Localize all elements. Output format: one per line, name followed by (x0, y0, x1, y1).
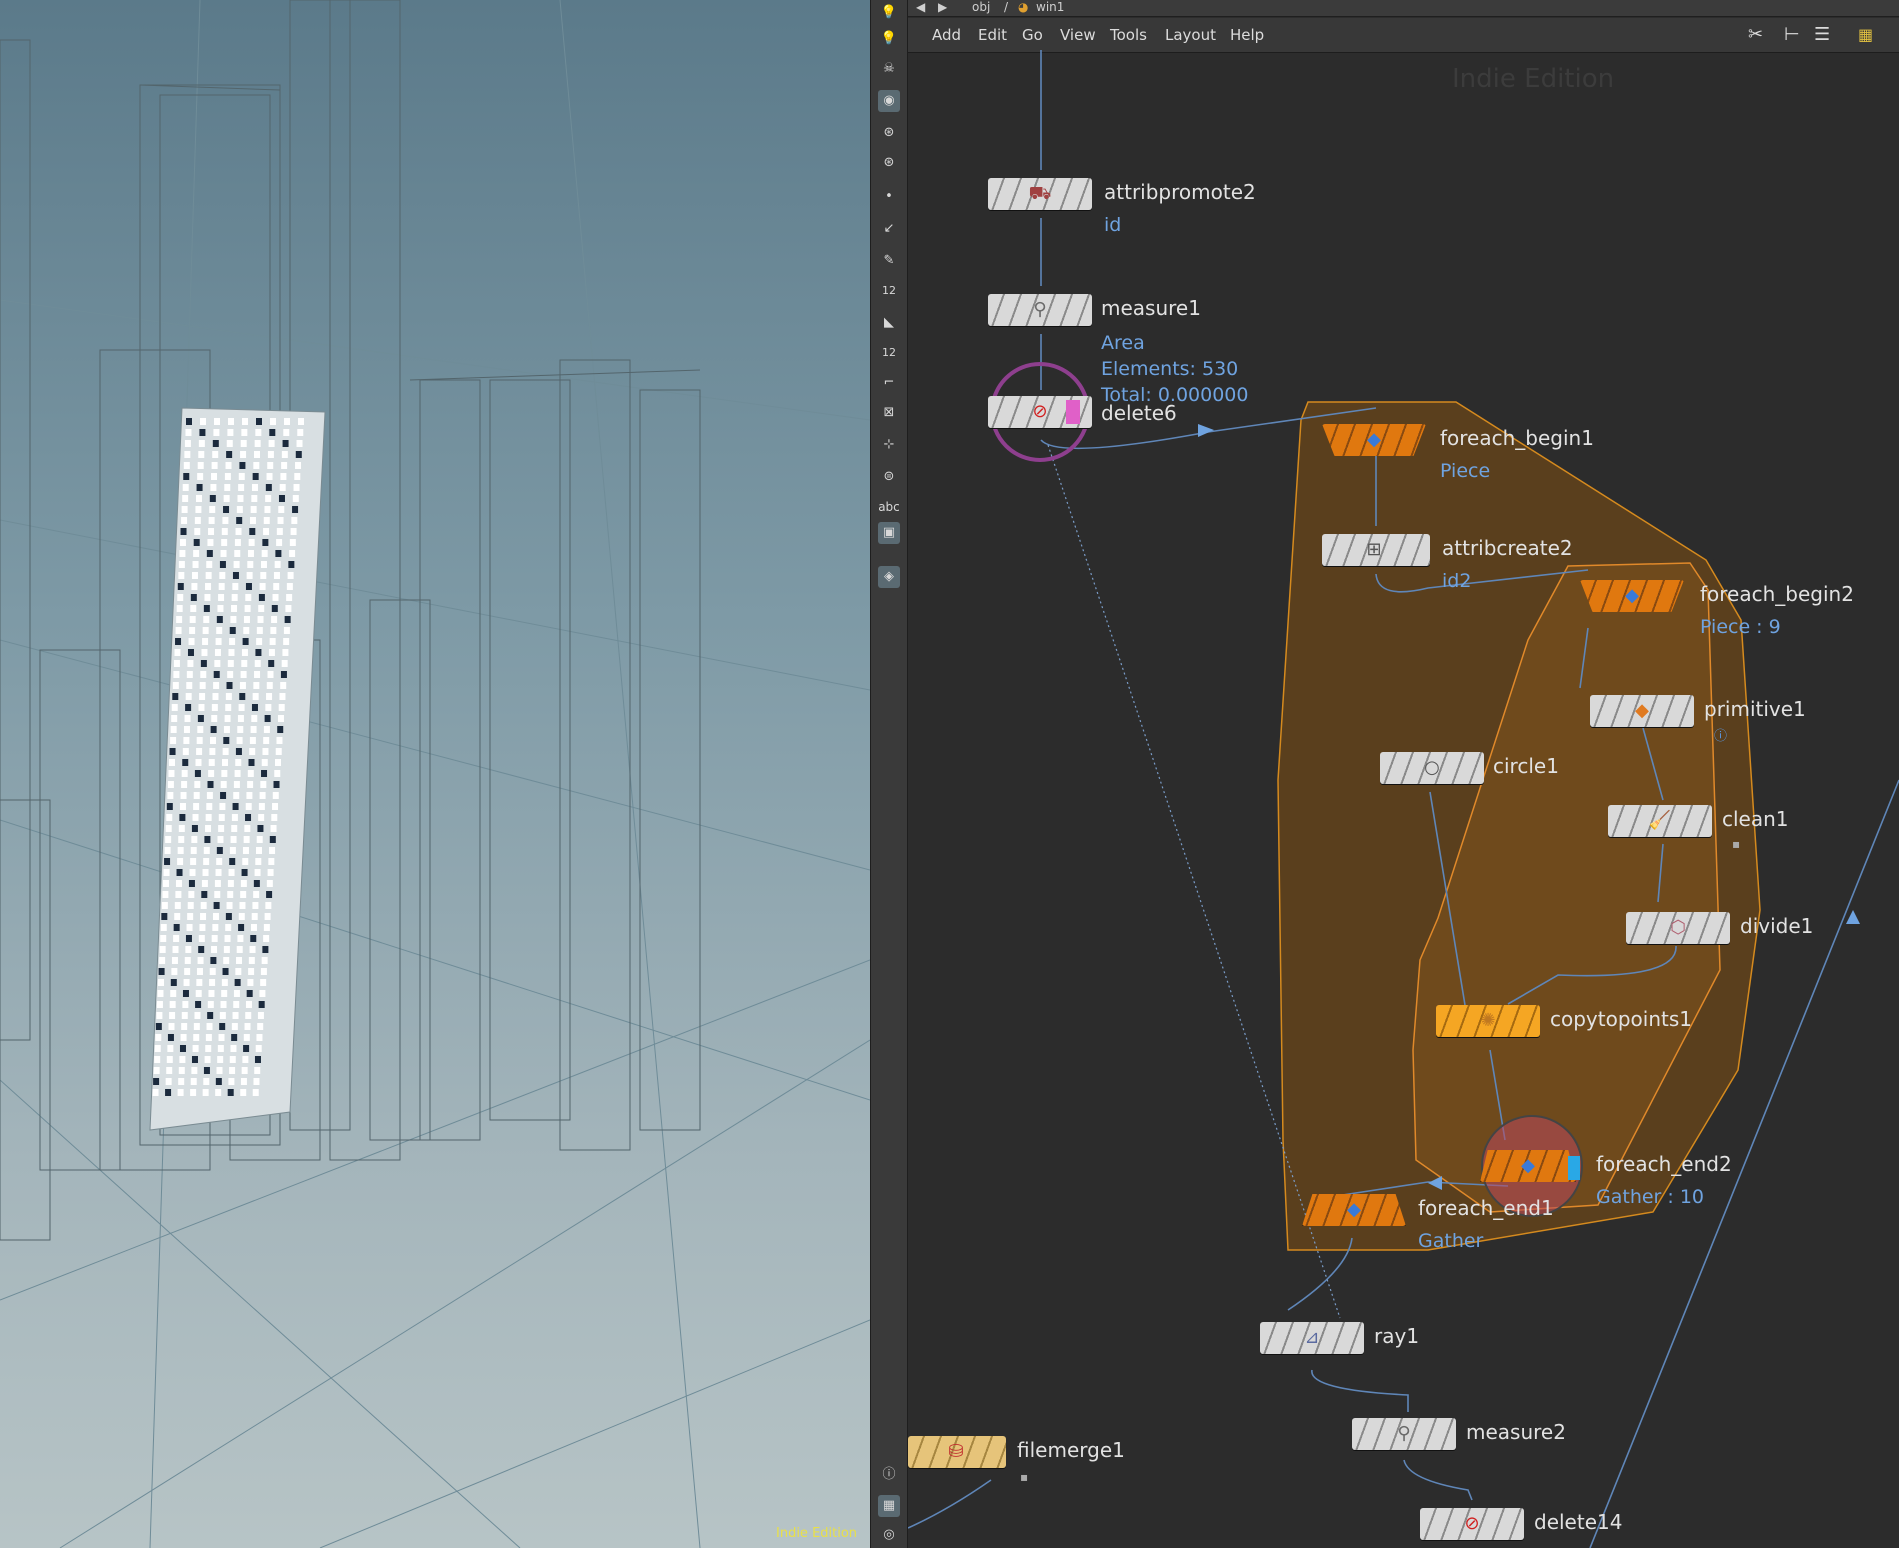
lock-icon[interactable]: ▪ (1732, 837, 1740, 851)
node-measure2[interactable]: ⚲ measure2 (1352, 1418, 1566, 1450)
primitive-icon: ◆ (1635, 700, 1649, 721)
node-foreach-end2-label: foreach_end2 (1596, 1152, 1732, 1176)
node-attribpromote2-sub: id (1104, 214, 1122, 236)
number2-icon[interactable]: 12 (878, 342, 900, 364)
node-filemerge1[interactable]: ⛁ filemerge1 ▪ (908, 1436, 1125, 1484)
image-icon[interactable]: ▣ (878, 522, 900, 544)
node-delete6-label: delete6 (1101, 401, 1177, 425)
node-copytopoints1[interactable]: ✺ copytopoints1 (1436, 1005, 1692, 1037)
node-clean1[interactable]: 🧹 clean1 ▪ (1608, 805, 1789, 851)
delete-icon: ⊘ (1032, 401, 1048, 422)
node-filemerge1-label: filemerge1 (1017, 1438, 1125, 1462)
node-foreach-end1-sub: Gather (1418, 1230, 1484, 1252)
node-circle1[interactable]: ○ circle1 (1380, 752, 1559, 784)
node-foreach-begin2-sub: Piece : 9 (1700, 616, 1781, 638)
network-editor[interactable]: ◀ ▶ obj / ◕ win1 Add Edit Go View Tools … (908, 0, 1899, 1548)
node-foreach-end2[interactable]: ◆ foreach_end2 Gather : 10 (1480, 1150, 1732, 1208)
node-delete14[interactable]: ⊘ delete14 (1420, 1508, 1622, 1540)
stamp-icon[interactable]: ⊹ (878, 434, 900, 456)
node-foreach-begin1-sub: Piece (1440, 460, 1491, 482)
visibility-icon[interactable]: ◎ (878, 1524, 900, 1546)
node-foreach-begin1-label: foreach_begin1 (1440, 426, 1594, 450)
node-measure1-label: measure1 (1101, 296, 1201, 320)
snapshot-icon[interactable]: ⊛ (878, 152, 900, 174)
pen-icon[interactable]: ↙ (878, 218, 900, 240)
node-divide1[interactable]: ⬡ divide1 (1626, 912, 1813, 944)
curve-icon[interactable]: ⌐ (878, 372, 900, 394)
viewport-watermark: Indie Edition (776, 1526, 858, 1541)
node-measure1-sub2: Elements: 530 (1101, 358, 1239, 380)
highlighted-tower (149, 407, 326, 1131)
bucket-icon[interactable]: ◣ (878, 312, 900, 334)
node-divide1-label: divide1 (1740, 914, 1814, 938)
measure-icon: ⚲ (1397, 1423, 1411, 1444)
circle-icon: ○ (1424, 757, 1440, 778)
node-attribpromote2-label: attribpromote2 (1104, 180, 1256, 204)
node-ray1[interactable]: ⊿ ray1 (1260, 1322, 1419, 1354)
copytopoints-icon: ✺ (1480, 1010, 1496, 1031)
ground-grid (0, 0, 870, 1548)
info-badge-icon[interactable]: ⓘ (1714, 725, 1727, 744)
camera-icon[interactable]: ◉ (878, 90, 900, 112)
scene-viewport[interactable]: Indie Edition (0, 0, 870, 1548)
node-attribcreate2-sub: id2 (1442, 570, 1472, 592)
measure-icon: ⚲ (1033, 299, 1047, 320)
lock-icon[interactable]: ▪ (1020, 1470, 1028, 1484)
node-clean1-label: clean1 (1722, 807, 1789, 831)
delete-icon: ⊘ (1464, 1513, 1480, 1534)
divide-icon: ⬡ (1670, 917, 1686, 938)
block-begin-icon: ◆ (1625, 585, 1639, 606)
viewport-canvas[interactable] (0, 0, 870, 1548)
node-delete14-label: delete14 (1534, 1510, 1623, 1534)
ray-icon: ⊿ (1304, 1327, 1320, 1348)
point-icon[interactable]: • (878, 186, 900, 208)
broom-icon: 🧹 (1648, 810, 1672, 831)
info-icon[interactable]: ⓘ (878, 1464, 900, 1486)
node-measure2-label: measure2 (1466, 1420, 1566, 1444)
wire-arrow-1 (1198, 424, 1214, 437)
node-delete6[interactable]: ⊘ delete6 (988, 396, 1177, 428)
stack-icon[interactable]: ⊜ (878, 466, 900, 488)
node-primitive1-label: primitive1 (1704, 697, 1806, 721)
building-wireframes (0, 0, 701, 1241)
node-attribcreate2[interactable]: ⊞ attribcreate2 id2 (1322, 534, 1573, 592)
eye-icon[interactable]: ⊛ (878, 122, 900, 144)
number-icon[interactable]: 12 (878, 280, 900, 302)
layout-icon[interactable]: ▦ (878, 1495, 900, 1517)
node-ray1-label: ray1 (1374, 1324, 1420, 1348)
filemerge-icon: ⛁ (948, 1441, 964, 1462)
node-foreach-begin1[interactable]: ◆ foreach_begin1 Piece (1322, 424, 1594, 482)
attribcreate-icon: ⊞ (1366, 539, 1382, 560)
viewport-toolbar: 💡 💡 ☠ ◉ ⊛ ⊛ • ↙ ✎ 12 ◣ 12 ⌐ ⊠ ⊹ ⊜ abc ▣ … (870, 0, 908, 1548)
node-foreach-end1-label: foreach_end1 (1418, 1196, 1554, 1220)
render-flag[interactable] (1568, 1156, 1580, 1180)
wire-arrow-3 (1846, 910, 1860, 924)
node-copytopoints1-label: copytopoints1 (1550, 1007, 1692, 1031)
abc-icon[interactable]: abc (878, 496, 900, 518)
node-measure1[interactable]: ⚲ measure1 Area Elements: 530 Total: 0.0… (988, 294, 1248, 406)
skull-icon[interactable]: ☠ (878, 58, 900, 80)
bulb-icon[interactable]: 💡 (878, 2, 900, 24)
node-measure1-sub1: Area (1101, 332, 1145, 354)
node-foreach-end2-sub: Gather : 10 (1596, 1186, 1705, 1208)
display-flag[interactable] (1066, 400, 1080, 424)
node-attribcreate2-label: attribcreate2 (1442, 536, 1573, 560)
node-foreach-end1[interactable]: ◆ foreach_end1 Gather (1302, 1194, 1554, 1252)
light-icon[interactable]: 💡 (878, 28, 900, 50)
node-attribpromote2[interactable]: ⛟ attribpromote2 id (988, 178, 1256, 236)
brush-icon[interactable]: ✎ (878, 250, 900, 272)
node-foreach-begin2[interactable]: ◆ foreach_begin2 Piece : 9 (1580, 580, 1854, 638)
node-circle1-label: circle1 (1493, 754, 1559, 778)
attribpromote-icon: ⛟ (1028, 183, 1052, 204)
pin-icon[interactable]: ◈ (878, 566, 900, 588)
block-begin-icon: ◆ (1367, 429, 1381, 450)
node-foreach-begin2-label: foreach_begin2 (1700, 582, 1854, 606)
grid-icon[interactable]: ⊠ (878, 402, 900, 424)
node-primitive1[interactable]: ◆ primitive1 ⓘ (1590, 695, 1806, 744)
block-end-icon: ◆ (1521, 1155, 1535, 1176)
block-end-icon: ◆ (1347, 1199, 1361, 1220)
